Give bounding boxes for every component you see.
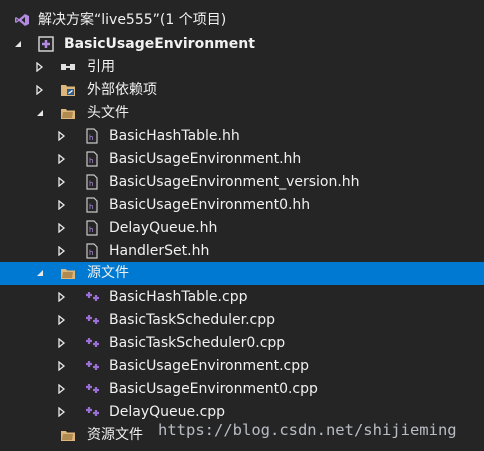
file-label: BasicHashTable.hh [109, 128, 240, 144]
filter-folder-icon [61, 431, 75, 441]
header-file-icon: h [86, 243, 98, 259]
filter-folder-icon [61, 269, 75, 279]
file-label: BasicUsageEnvironment0.cpp [109, 381, 318, 397]
header-file-row[interactable]: h BasicUsageEnvironment_version.hh [0, 171, 484, 194]
resource-files-label: 资源文件 [87, 427, 143, 443]
expanded-arrow-icon[interactable] [35, 268, 45, 278]
external-dependencies-label: 外部依赖项 [87, 82, 157, 98]
source-file-row[interactable]: BasicTaskScheduler0.cpp [0, 332, 484, 355]
external-dependencies-node[interactable]: 外部依赖项 [0, 79, 484, 102]
cpp-project-icon [38, 36, 54, 52]
external-dependencies-folder-icon [61, 85, 75, 96]
source-file-row[interactable]: BasicHashTable.cpp [0, 286, 484, 309]
header-file-row[interactable]: h BasicUsageEnvironment.hh [0, 148, 484, 171]
collapsed-arrow-icon[interactable] [57, 154, 67, 164]
svg-text:h: h [89, 180, 93, 188]
collapsed-arrow-icon[interactable] [57, 177, 67, 187]
header-files-label: 头文件 [87, 105, 129, 121]
header-file-row[interactable]: h DelayQueue.hh [0, 217, 484, 240]
file-label: BasicHashTable.cpp [109, 289, 248, 305]
file-label: BasicTaskScheduler.cpp [109, 312, 276, 328]
svg-text:h: h [89, 203, 93, 211]
cpp-file-icon [86, 407, 99, 416]
svg-text:h: h [89, 249, 93, 257]
header-file-icon: h [86, 197, 98, 213]
svg-text:h: h [89, 134, 93, 142]
collapsed-arrow-icon[interactable] [57, 246, 67, 256]
svg-text:h: h [89, 226, 93, 234]
solution-node[interactable]: 解决方案“live555”(1 个项目) [0, 9, 484, 32]
header-file-row[interactable]: h BasicHashTable.hh [0, 125, 484, 148]
file-label: BasicUsageEnvironment0.hh [109, 197, 311, 213]
collapsed-arrow-icon[interactable] [57, 315, 67, 325]
source-file-row[interactable]: BasicUsageEnvironment0.cpp [0, 378, 484, 401]
header-file-row[interactable]: h HandlerSet.hh [0, 240, 484, 263]
collapsed-arrow-icon[interactable] [57, 338, 67, 348]
references-icon [61, 64, 75, 70]
collapsed-arrow-icon[interactable] [35, 85, 45, 95]
collapsed-arrow-icon[interactable] [57, 292, 67, 302]
project-node[interactable]: BasicUsageEnvironment [0, 33, 484, 56]
file-label: BasicUsageEnvironment.cpp [109, 358, 309, 374]
solution-label: 解决方案“live555”(1 个项目) [38, 12, 227, 28]
source-files-label: 源文件 [87, 265, 129, 281]
watermark: https://blog.csdn.net/shijieming [158, 421, 457, 439]
expanded-arrow-icon[interactable] [35, 108, 45, 118]
header-file-icon: h [86, 151, 98, 167]
header-files-node[interactable]: 头文件 [0, 102, 484, 125]
source-files-node[interactable]: 源文件 [0, 262, 484, 285]
filter-folder-icon [61, 109, 75, 119]
collapsed-arrow-icon[interactable] [57, 223, 67, 233]
cpp-file-icon [86, 361, 99, 370]
project-label: BasicUsageEnvironment [64, 36, 255, 52]
cpp-file-icon [86, 384, 99, 393]
cpp-file-icon [86, 338, 99, 347]
collapsed-arrow-icon[interactable] [57, 200, 67, 210]
header-file-row[interactable]: h BasicUsageEnvironment0.hh [0, 194, 484, 217]
header-file-icon: h [86, 128, 98, 144]
collapsed-arrow-icon[interactable] [57, 407, 67, 417]
visual-studio-solution-icon [15, 14, 29, 26]
svg-text:h: h [89, 157, 93, 165]
file-label: BasicUsageEnvironment.hh [109, 151, 302, 167]
file-label: BasicUsageEnvironment_version.hh [109, 174, 360, 190]
collapsed-arrow-icon[interactable] [57, 131, 67, 141]
references-label: 引用 [87, 59, 115, 75]
header-file-icon: h [86, 220, 98, 236]
references-node[interactable]: 引用 [0, 56, 484, 79]
cpp-file-icon [86, 292, 99, 301]
source-file-row[interactable]: BasicTaskScheduler.cpp [0, 309, 484, 332]
collapsed-arrow-icon[interactable] [57, 384, 67, 394]
collapsed-arrow-icon[interactable] [35, 62, 45, 72]
file-label: HandlerSet.hh [109, 243, 210, 259]
header-file-icon: h [86, 174, 98, 190]
collapsed-arrow-icon[interactable] [57, 361, 67, 371]
file-label: DelayQueue.hh [109, 220, 218, 236]
cpp-file-icon [86, 315, 99, 324]
source-file-row[interactable]: BasicUsageEnvironment.cpp [0, 355, 484, 378]
file-label: BasicTaskScheduler0.cpp [109, 335, 286, 351]
file-label: DelayQueue.cpp [109, 404, 226, 420]
expanded-arrow-icon[interactable] [13, 39, 23, 49]
